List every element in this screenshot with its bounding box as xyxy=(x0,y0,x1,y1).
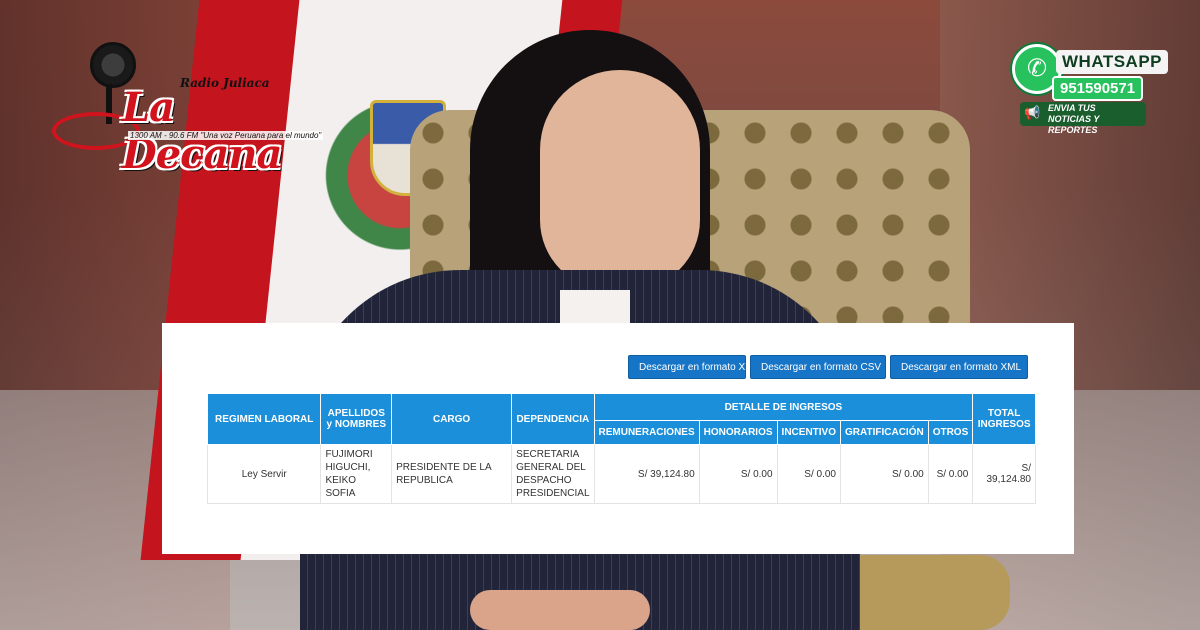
header-regimen: REGIMEN LABORAL xyxy=(206,393,322,445)
header-remuneraciones: REMUNERACIONES xyxy=(593,420,700,445)
cell-apellidos: FUJIMORI HIGUCHI, KEIKO SOFIA xyxy=(320,444,393,504)
whatsapp-badge: ✆ WHATSAPP 951590571 ENVIA TUS NOTICIAS … xyxy=(1012,44,1169,135)
download-csv-button[interactable]: Descargar en formato CSV xyxy=(750,355,886,379)
cell-honorarios: S/ 0.00 xyxy=(698,444,778,504)
radio-logo: Radio Juliaca La Decana 1300 AM - 90.6 F… xyxy=(52,40,324,178)
person xyxy=(540,70,700,290)
header-detalle: DETALLE DE INGRESOS xyxy=(593,393,974,421)
header-apellidos: APELLIDOS y NOMBRES xyxy=(320,393,393,445)
download-xml-button[interactable]: Descargar en formato XML xyxy=(890,355,1028,379)
header-total: TOTAL INGRESOS xyxy=(972,393,1036,445)
header-cargo: CARGO xyxy=(391,393,513,445)
cell-cargo: PRESIDENTE DE LA REPUBLICA xyxy=(391,444,513,504)
download-xls-button[interactable]: Descargar en formato XLS xyxy=(628,355,757,379)
header-honorarios: HONORARIOS xyxy=(698,420,778,445)
table-row: Ley Servir FUJIMORI HIGUCHI, KEIKO SOFIA… xyxy=(206,444,1036,504)
header-gratificacion: GRATIFICACIÓN xyxy=(840,420,929,445)
whatsapp-number: 951590571 xyxy=(1052,76,1144,101)
cell-dependencia: SECRETARIA GENERAL DEL DESPACHO PRESIDEN… xyxy=(511,444,595,504)
cell-gratificacion: S/ 0.00 xyxy=(840,444,929,504)
whatsapp-note-line1: ENVIA TUS xyxy=(1048,103,1096,113)
cell-remuneraciones: S/ 39,124.80 xyxy=(593,444,700,504)
header-incentivo: INCENTIVO xyxy=(776,420,842,445)
microphone-icon xyxy=(90,42,136,88)
header-dependencia: DEPENDENCIA xyxy=(511,393,595,445)
logo-tagline: 1300 AM - 90.6 FM "Una voz Peruana para … xyxy=(128,131,324,140)
whatsapp-title: WHATSAPP xyxy=(1056,50,1169,74)
cell-total: S/ 39,124.80 xyxy=(972,444,1036,504)
income-panel: Descargar en formato XLS Descargar en fo… xyxy=(162,323,1074,554)
download-toolbar: Descargar en formato XLS Descargar en fo… xyxy=(628,355,1028,379)
income-table: REGIMEN LABORAL APELLIDOS y NOMBRES CARG… xyxy=(206,393,1036,504)
cell-incentivo: S/ 0.00 xyxy=(776,444,842,504)
cell-regimen: Ley Servir xyxy=(206,444,322,504)
megaphone-icon: 📢 xyxy=(1024,105,1041,120)
header-otros: OTROS xyxy=(927,420,974,445)
cell-otros: S/ 0.00 xyxy=(927,444,974,504)
whatsapp-note-line2: NOTICIAS Y REPORTES xyxy=(1048,114,1100,135)
